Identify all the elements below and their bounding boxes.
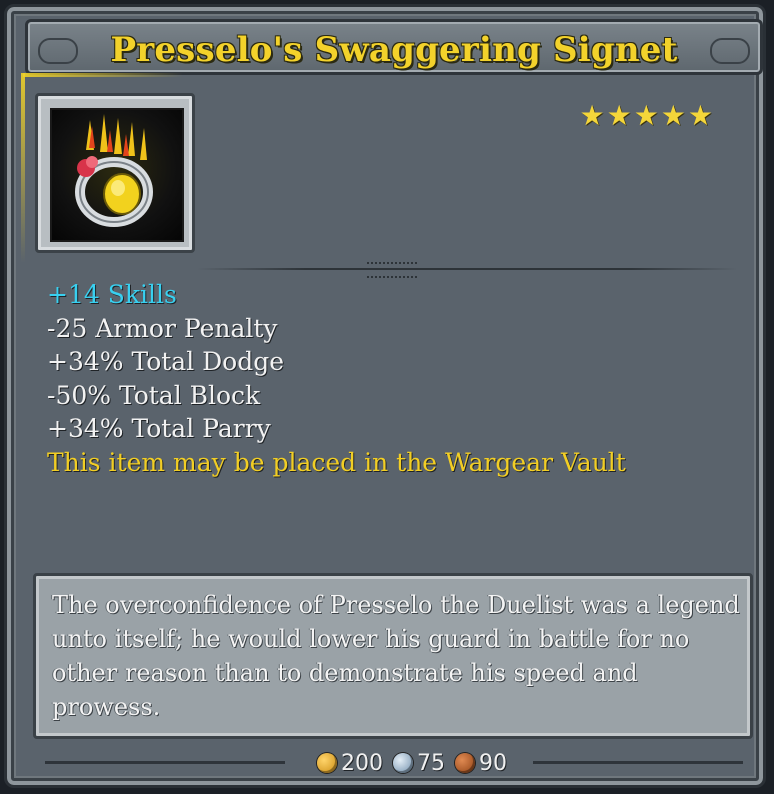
- stat-total-dodge: +34% Total Dodge: [47, 347, 285, 377]
- item-tooltip-panel: Presselo's Swaggering Signet ★★★★★ +14 S…: [4, 4, 766, 788]
- stat-total-block: -50% Total Block: [47, 380, 261, 410]
- item-icon-slot[interactable]: [35, 93, 195, 253]
- bronze-coin-icon: [455, 753, 475, 773]
- lore-box: The overconfidence of Presselo the Dueli…: [33, 573, 753, 739]
- gold-coin-icon: [317, 753, 337, 773]
- stat-list: +14 Skills -25 Armor Penalty +34% Total …: [47, 278, 747, 480]
- silver-amount: 75: [417, 750, 445, 776]
- rarity-stars: ★★★★★: [579, 99, 715, 132]
- rarity-glow-left: [21, 73, 25, 263]
- stat-skills: +14 Skills: [47, 280, 177, 309]
- stat-armor-penalty: -25 Armor Penalty: [47, 313, 278, 343]
- rarity-glow-top: [23, 73, 183, 77]
- stat-total-parry: +34% Total Parry: [47, 414, 271, 444]
- flaming-signet-ring-icon: [75, 114, 153, 227]
- item-icon-background: [50, 108, 184, 242]
- price: 200 75 90: [295, 745, 535, 781]
- section-divider: [197, 268, 737, 270]
- lore-text: The overconfidence of Presselo the Dueli…: [52, 591, 740, 721]
- footer-line-right: [533, 761, 743, 764]
- wargear-vault-note: This item may be placed in the Wargear V…: [47, 447, 626, 477]
- price-footer: 200 75 90: [25, 743, 763, 783]
- item-name: Presselo's Swaggering Signet: [110, 30, 678, 70]
- gold-amount: 200: [341, 750, 383, 776]
- divider-ornament: [367, 262, 417, 278]
- bronze-amount: 90: [479, 750, 507, 776]
- silver-coin-icon: [393, 753, 413, 773]
- title-bar: Presselo's Swaggering Signet: [25, 19, 763, 75]
- footer-line-left: [45, 761, 285, 764]
